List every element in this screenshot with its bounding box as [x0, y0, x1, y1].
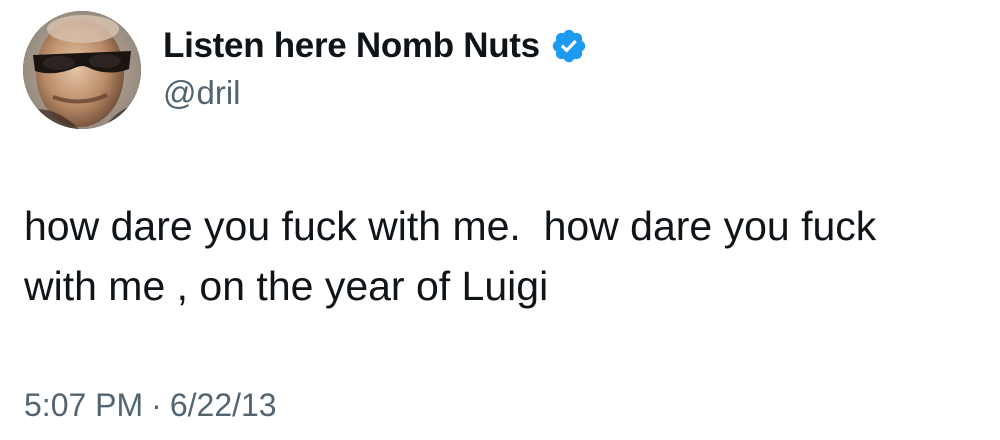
verified-badge-icon[interactable]: [550, 27, 588, 65]
tweet-time: 5:07 PM: [24, 387, 144, 423]
author-handle[interactable]: @dril: [163, 74, 241, 112]
tweet-card: Listen here Nomb Nuts @dril how dare you…: [0, 0, 1000, 440]
tweet-text: how dare you fuck with me. how dare you …: [24, 203, 877, 309]
author-display-name[interactable]: Listen here Nomb Nuts: [163, 26, 540, 66]
timestamp-separator: ·: [151, 387, 162, 423]
avatar-image: [23, 11, 141, 129]
tweet-timestamp[interactable]: 5:07 PM · 6/22/13: [24, 387, 277, 424]
author-name-row: Listen here Nomb Nuts: [163, 24, 588, 68]
author-avatar[interactable]: [23, 11, 141, 129]
tweet-date: 6/22/13: [169, 387, 277, 423]
